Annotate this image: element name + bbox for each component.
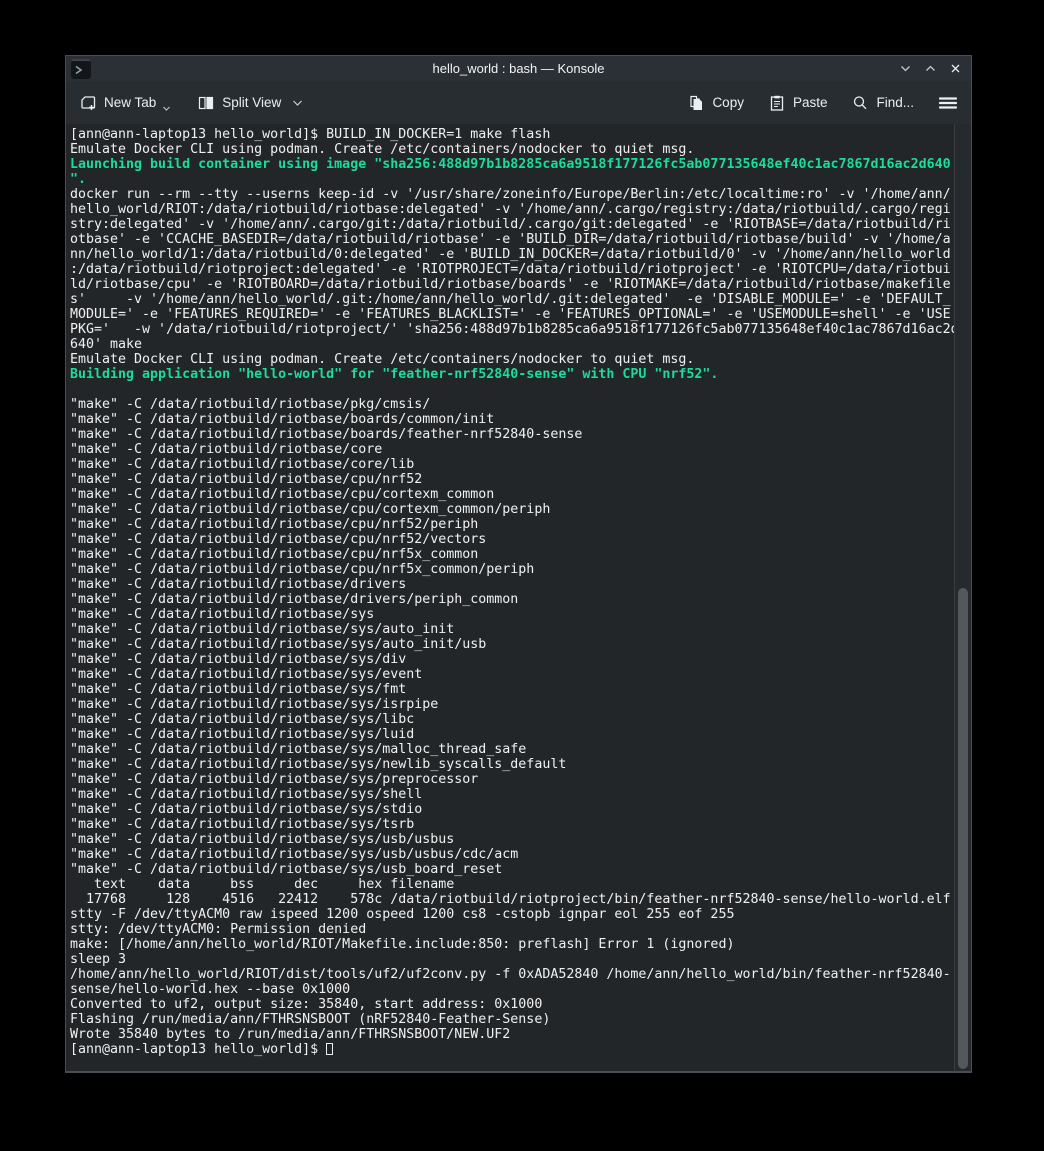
menu-button[interactable] — [938, 95, 958, 111]
terminal-line: docker run --rm --tty --userns keep-id -… — [70, 187, 954, 202]
terminal-line: "make" -C /data/riotbuild/riotbase/board… — [70, 427, 954, 442]
terminal-line: "make" -C /data/riotbuild/riotbase/cpu/n… — [70, 547, 954, 562]
terminal-line: stty -F /dev/ttyACM0 raw ispeed 1200 osp… — [70, 907, 954, 922]
chevron-down-icon — [292, 99, 303, 107]
terminal-line: Emulate Docker CLI using podman. Create … — [70, 352, 954, 367]
terminal-line: "make" -C /data/riotbuild/riotbase/sys/s… — [70, 787, 954, 802]
terminal-line: "make" -C /data/riotbuild/riotbase/sys — [70, 607, 954, 622]
terminal-cursor — [326, 1043, 333, 1055]
minimize-button[interactable] — [897, 61, 913, 77]
terminal-line: "make" -C /data/riotbuild/riotbase/sys/a… — [70, 622, 954, 637]
terminal-line: "make" -C /data/riotbuild/riotbase/drive… — [70, 577, 954, 592]
terminal-line: Wrote 35840 bytes to /run/media/ann/FTHR… — [70, 1027, 954, 1042]
terminal-line: sleep 3 — [70, 952, 954, 967]
maximize-button[interactable] — [922, 61, 938, 77]
terminal-line: "make" -C /data/riotbuild/riotbase/core — [70, 442, 954, 457]
terminal-line: text data bss dec hex filename — [70, 877, 954, 892]
terminal-lines: [ann@ann-laptop13 hello_world]$ BUILD_IN… — [66, 124, 954, 1071]
copy-button[interactable]: Copy — [687, 94, 744, 112]
find-label: Find... — [876, 95, 914, 110]
konsole-app-icon[interactable] — [71, 59, 91, 79]
terminal-line: "make" -C /data/riotbuild/riotbase/cpu/c… — [70, 502, 954, 517]
terminal-line: "make" -C /data/riotbuild/riotbase/sys/a… — [70, 637, 954, 652]
terminal-line — [70, 382, 954, 397]
terminal-line: Converted to uf2, output size: 35840, st… — [70, 997, 954, 1012]
titlebar[interactable]: hello_world : bash — Konsole — [66, 56, 971, 81]
terminal-line: nn/hello_world/1:/data/riotbuild/0:deleg… — [70, 247, 954, 262]
terminal-line: "make" -C /data/riotbuild/riotbase/sys/n… — [70, 757, 954, 772]
copy-label: Copy — [712, 95, 744, 110]
konsole-window: hello_world : bash — Konsole — [65, 55, 972, 1073]
terminal-line: "make" -C /data/riotbuild/riotbase/sys/l… — [70, 727, 954, 742]
terminal-line: otbase' -e 'CCACHE_BASEDIR=/data/riotbui… — [70, 232, 954, 247]
scrollbar-thumb[interactable] — [958, 588, 968, 1069]
terminal-line: "make" -C /data/riotbuild/riotbase/core/… — [70, 457, 954, 472]
hamburger-icon — [938, 95, 958, 111]
close-button[interactable] — [947, 61, 963, 77]
terminal-line: stty: /dev/ttyACM0: Permission denied — [70, 922, 954, 937]
find-button[interactable]: Find... — [851, 94, 914, 112]
terminal-line: /home/ann/hello_world/RIOT/dist/tools/uf… — [70, 967, 954, 982]
terminal-line: "make" -C /data/riotbuild/riotbase/sys/d… — [70, 652, 954, 667]
terminal-line: "make" -C /data/riotbuild/riotbase/pkg/c… — [70, 397, 954, 412]
terminal-line: [ann@ann-laptop13 hello_world]$ — [70, 1042, 954, 1057]
terminal-line: ld/riotbase/cpu' -e 'RIOTBOARD=/data/rio… — [70, 277, 954, 292]
terminal-line: PKG=' -w '/data/riotbuild/riotproject/' … — [70, 322, 954, 337]
new-tab-button[interactable]: New Tab — [79, 94, 171, 112]
desktop: hello_world : bash — Konsole — [0, 0, 1044, 1151]
terminal-line: "make" -C /data/riotbuild/riotbase/board… — [70, 412, 954, 427]
terminal-line: Building application "hello-world" for "… — [70, 367, 954, 382]
toolbar: New Tab Split View — [66, 81, 971, 124]
terminal-line: :/data/riotbuild/riotproject:delegated' … — [70, 262, 954, 277]
terminal-line: [ann@ann-laptop13 hello_world]$ BUILD_IN… — [70, 127, 954, 142]
chevron-down-icon — [899, 62, 912, 75]
terminal-line: "make" -C /data/riotbuild/riotbase/sys/e… — [70, 667, 954, 682]
terminal-line: Emulate Docker CLI using podman. Create … — [70, 142, 954, 157]
split-view-button[interactable]: Split View — [197, 94, 303, 112]
terminal-line: 640' make — [70, 337, 954, 352]
terminal-line: "make" -C /data/riotbuild/riotbase/sys/u… — [70, 832, 954, 847]
terminal-line: "make" -C /data/riotbuild/riotbase/sys/u… — [70, 862, 954, 877]
window-title: hello_world : bash — Konsole — [66, 61, 971, 76]
terminal-line: "make" -C /data/riotbuild/riotbase/drive… — [70, 592, 954, 607]
split-view-icon — [197, 94, 215, 112]
terminal-line: s' -v '/home/ann/hello_world/.git:/home/… — [70, 292, 954, 307]
search-icon — [851, 94, 869, 112]
terminal-line: "make" -C /data/riotbuild/riotbase/cpu/c… — [70, 487, 954, 502]
terminal-line: "make" -C /data/riotbuild/riotbase/cpu/n… — [70, 532, 954, 547]
terminal-line: "make" -C /data/riotbuild/riotbase/cpu/n… — [70, 517, 954, 532]
paste-label: Paste — [793, 95, 828, 110]
terminal-line: Flashing /run/media/ann/FTHRSNSBOOT (nRF… — [70, 1012, 954, 1027]
chevron-down-icon — [162, 105, 171, 112]
terminal-line: sense/hello-world.hex --base 0x1000 — [70, 982, 954, 997]
new-tab-icon — [79, 94, 97, 112]
terminal-line: Launching build container using image "s… — [70, 157, 954, 172]
terminal-line: "make" -C /data/riotbuild/riotbase/sys/l… — [70, 712, 954, 727]
new-tab-label: New Tab — [104, 95, 156, 110]
paste-icon — [768, 94, 786, 112]
terminal-line: "make" -C /data/riotbuild/riotbase/sys/p… — [70, 772, 954, 787]
chevron-up-icon — [924, 62, 937, 75]
terminal-line: make: [/home/ann/hello_world/RIOT/Makefi… — [70, 937, 954, 952]
copy-icon — [687, 94, 705, 112]
terminal-line: "make" -C /data/riotbuild/riotbase/sys/u… — [70, 847, 954, 862]
terminal-line: "make" -C /data/riotbuild/riotbase/sys/m… — [70, 742, 954, 757]
terminal-line: "make" -C /data/riotbuild/riotbase/sys/f… — [70, 682, 954, 697]
terminal-line: "make" -C /data/riotbuild/riotbase/sys/t… — [70, 817, 954, 832]
terminal-line: "make" -C /data/riotbuild/riotbase/cpu/n… — [70, 562, 954, 577]
split-view-label: Split View — [222, 95, 281, 110]
terminal-line: "make" -C /data/riotbuild/riotbase/sys/s… — [70, 802, 954, 817]
terminal-prompt-icon — [74, 65, 84, 75]
terminal-line: "make" -C /data/riotbuild/riotbase/cpu/n… — [70, 472, 954, 487]
scrollbar-track[interactable] — [954, 124, 971, 1071]
terminal-viewport[interactable]: [ann@ann-laptop13 hello_world]$ BUILD_IN… — [66, 124, 971, 1071]
terminal-line: 17768 128 4516 22412 578c /data/riotbuil… — [70, 892, 954, 907]
terminal-line: MODULE=' -e 'FEATURES_REQUIRED=' -e 'FEA… — [70, 307, 954, 322]
close-icon — [949, 62, 962, 75]
terminal-line: ". — [70, 172, 954, 187]
terminal-line: hello_world/RIOT:/data/riotbuild/riotbas… — [70, 202, 954, 217]
terminal-line: "make" -C /data/riotbuild/riotbase/sys/i… — [70, 697, 954, 712]
terminal-line: stry:delegated' -v '/home/ann/.cargo/git… — [70, 217, 954, 232]
paste-button[interactable]: Paste — [768, 94, 828, 112]
